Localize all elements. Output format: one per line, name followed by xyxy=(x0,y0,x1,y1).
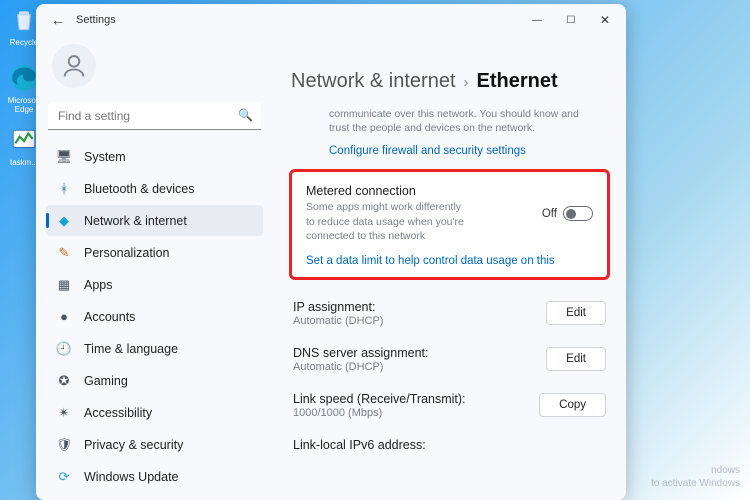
nav-icon: 🖥 xyxy=(56,149,72,165)
nav-label: Privacy & security xyxy=(84,438,183,452)
property-key: DNS server assignment: xyxy=(293,346,536,360)
search-box: 🔍 xyxy=(48,102,261,130)
network-profile-cutoff: communicate over this network. You shoul… xyxy=(291,107,608,165)
nav-label: System xyxy=(84,150,126,164)
sidebar: 🔍 🖥 System ᚼ Bluetooth & devices ◆ Network & … xyxy=(36,36,273,500)
nav-label: Network & internet xyxy=(84,214,187,228)
activation-watermark: ndows to activate Windows xyxy=(651,464,740,490)
profile-area[interactable] xyxy=(42,36,267,102)
back-button[interactable]: ← xyxy=(46,12,70,28)
breadcrumb-parent[interactable]: Network & internet xyxy=(291,70,456,93)
property-key: IP assignment: xyxy=(293,300,536,314)
nav-label: Personalization xyxy=(84,246,169,260)
edit-button[interactable]: Edit xyxy=(546,301,606,325)
nav-icon: ᚼ xyxy=(56,181,72,197)
firewall-link[interactable]: Configure firewall and security settings xyxy=(329,145,602,157)
settings-window: ← Settings — ☐ ✕ 🔍 🖥 System ᚼ Bluetooth & d… xyxy=(36,4,626,500)
nav-label: Time & language xyxy=(84,342,178,356)
search-icon: 🔍 xyxy=(238,108,253,122)
window-title: Settings xyxy=(76,14,116,26)
titlebar: ← Settings — ☐ ✕ xyxy=(36,4,626,36)
nav-icon: ✪ xyxy=(56,373,72,389)
nav-icon: ✎ xyxy=(56,245,72,261)
nav-icon: ◆ xyxy=(56,213,72,229)
close-button[interactable]: ✕ xyxy=(588,6,622,34)
sidebar-item-bluetooth-devices[interactable]: ᚼ Bluetooth & devices xyxy=(46,173,263,204)
copy-button[interactable]: Copy xyxy=(539,393,606,417)
metered-connection-card: Metered connection Some apps might work … xyxy=(291,171,608,278)
search-input[interactable] xyxy=(48,102,261,130)
sidebar-item-accessibility[interactable]: ✴ Accessibility xyxy=(46,397,263,428)
sidebar-item-windows-update[interactable]: ⟳ Windows Update xyxy=(46,461,263,492)
main-pane: Network & internet › Ethernet communicat… xyxy=(273,36,626,500)
metered-title: Metered connection xyxy=(306,184,532,198)
nav-icon: ✴ xyxy=(56,405,72,421)
nav-icon: 🕘 xyxy=(56,341,72,357)
metered-description: Some apps might work differently to redu… xyxy=(306,200,466,243)
nav-icon: ⟳ xyxy=(56,469,72,485)
breadcrumb-current: Ethernet xyxy=(477,70,558,93)
breadcrumb: Network & internet › Ethernet xyxy=(291,70,604,93)
property-row: DNS server assignment:Automatic (DHCP) Ed… xyxy=(291,336,608,382)
nav-label: Bluetooth & devices xyxy=(84,182,195,196)
toggle-state-label: Off xyxy=(542,208,557,220)
property-key: Link-local IPv6 address: xyxy=(293,438,606,452)
nav-icon: ● xyxy=(56,309,72,325)
nav-label: Gaming xyxy=(84,374,128,388)
property-key: Link speed (Receive/Transmit): xyxy=(293,392,529,406)
sidebar-item-apps[interactable]: ▦ Apps xyxy=(46,269,263,300)
sidebar-item-system[interactable]: 🖥 System xyxy=(46,141,263,172)
nav-label: Accessibility xyxy=(84,406,152,420)
sidebar-item-network-internet[interactable]: ◆ Network & internet xyxy=(46,205,263,236)
maximize-button[interactable]: ☐ xyxy=(554,6,588,34)
sidebar-item-privacy-security[interactable]: 🛡 Privacy & security xyxy=(46,429,263,460)
nav-label: Windows Update xyxy=(84,470,179,484)
property-value: Automatic (DHCP) xyxy=(293,361,536,373)
nav-icon: ▦ xyxy=(56,277,72,293)
sidebar-item-accounts[interactable]: ● Accounts xyxy=(46,301,263,332)
data-limit-link[interactable]: Set a data limit to help control data us… xyxy=(306,255,593,267)
edit-button[interactable]: Edit xyxy=(546,347,606,371)
minimize-button[interactable]: — xyxy=(520,6,554,34)
avatar xyxy=(52,44,96,88)
property-value: 1000/1000 (Mbps) xyxy=(293,407,529,419)
property-row: Link speed (Receive/Transmit):1000/1000 … xyxy=(291,382,608,428)
property-row: IP assignment:Automatic (DHCP) Edit xyxy=(291,290,608,336)
metered-toggle[interactable] xyxy=(563,206,593,221)
sidebar-item-gaming[interactable]: ✪ Gaming xyxy=(46,365,263,396)
property-value: Automatic (DHCP) xyxy=(293,315,536,327)
property-row: Link-local IPv6 address: xyxy=(291,428,608,462)
nav-label: Accounts xyxy=(84,310,135,324)
network-profile-description: communicate over this network. You shoul… xyxy=(329,107,602,135)
nav-label: Apps xyxy=(84,278,113,292)
sidebar-item-personalization[interactable]: ✎ Personalization xyxy=(46,237,263,268)
nav-icon: 🛡 xyxy=(56,437,72,453)
chevron-right-icon: › xyxy=(464,74,469,91)
sidebar-item-time-language[interactable]: 🕘 Time & language xyxy=(46,333,263,364)
nav-list: 🖥 System ᚼ Bluetooth & devices ◆ Network & in… xyxy=(42,140,267,500)
